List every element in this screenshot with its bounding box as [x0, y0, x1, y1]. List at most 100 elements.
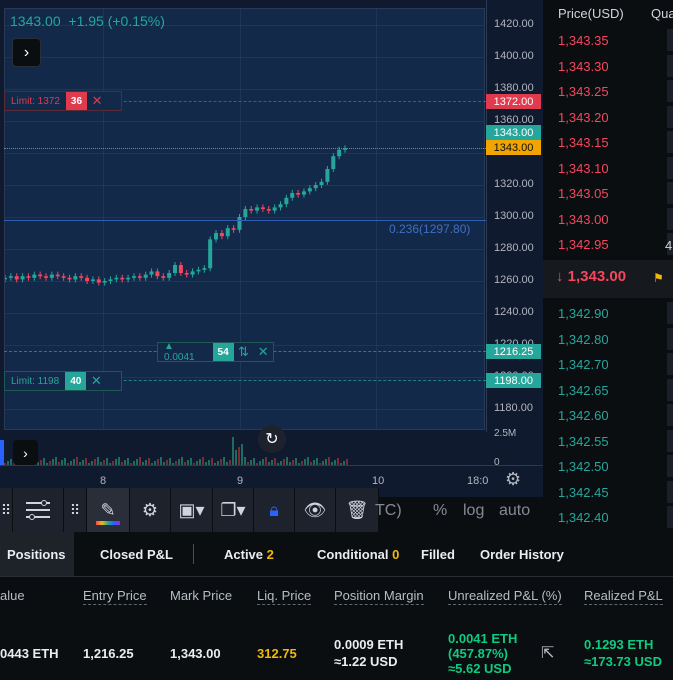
- price-tag: 1343.00: [486, 140, 541, 155]
- col-unrealized-pnl: Unrealized P&L (%): [448, 588, 562, 605]
- volume-bar: [127, 458, 129, 465]
- fib-line: [4, 220, 486, 221]
- log-scale-toggle[interactable]: log: [463, 502, 484, 520]
- tab-conditional[interactable]: Conditional 0: [317, 547, 399, 562]
- reverse-icon[interactable]: ⇅: [234, 344, 254, 360]
- tab-order-history[interactable]: Order History: [480, 547, 564, 562]
- sidebar-handle[interactable]: [0, 440, 4, 465]
- fib-level-label: 0.236(1297.80): [389, 222, 471, 236]
- scroll-right-button[interactable]: ›: [13, 440, 38, 465]
- limit-buy-label: Limit: 1198: [11, 375, 60, 387]
- copy-icon: ❐▾: [220, 499, 246, 520]
- bid-price[interactable]: 1,342.55: [558, 434, 609, 449]
- volume-bar: [169, 458, 171, 465]
- settings-button[interactable]: ⚙: [130, 488, 171, 532]
- bid-price[interactable]: 1,342.60: [558, 408, 609, 423]
- ask-price[interactable]: 1,343.00: [558, 212, 609, 227]
- close-icon[interactable]: ✕: [86, 373, 106, 389]
- lines-tool-button[interactable]: [13, 488, 64, 532]
- candle-body: [284, 197, 289, 205]
- auto-scale-toggle[interactable]: auto: [499, 502, 530, 520]
- col-mark-price: Mark Price: [170, 588, 233, 603]
- grid-line: [5, 313, 484, 314]
- drag-handle-icon[interactable]: ⠿: [64, 488, 87, 532]
- bid-price[interactable]: 1,342.90: [558, 306, 609, 321]
- gear-icon[interactable]: ⚙: [505, 469, 521, 490]
- candle-body: [137, 276, 142, 278]
- cell-margin: 0.0009 ETH: [334, 637, 404, 652]
- bid-price[interactable]: 1,342.45: [558, 485, 609, 500]
- candle-body: [49, 274, 54, 278]
- ask-price[interactable]: 1,343.05: [558, 186, 609, 201]
- tab-active[interactable]: Active 2: [224, 547, 274, 562]
- candle-body: [202, 268, 207, 270]
- grid-line: [103, 9, 104, 429]
- tab-closed-pnl[interactable]: Closed P&L: [100, 547, 173, 562]
- visibility-button[interactable]: 👁︎: [295, 488, 336, 532]
- price-tag: 1372.00: [486, 94, 541, 109]
- bid-depth-bar: [667, 404, 673, 426]
- ask-price[interactable]: 1,342.95: [558, 237, 609, 252]
- time-label: 18:0: [467, 475, 489, 487]
- tab-filled[interactable]: Filled: [421, 547, 455, 562]
- limit-sell-order[interactable]: Limit: 1372 36 ✕: [4, 91, 122, 111]
- candle-body: [208, 239, 213, 269]
- ask-depth-bar: [667, 156, 673, 179]
- ask-price[interactable]: 1,343.20: [558, 110, 609, 125]
- drag-handle-icon[interactable]: ⠿: [0, 488, 13, 532]
- volume-bar: [106, 458, 108, 465]
- bid-price[interactable]: 1,342.70: [558, 357, 609, 372]
- close-icon[interactable]: ✕: [253, 344, 273, 360]
- delete-button[interactable]: 🗑︎: [336, 488, 379, 532]
- grid-line: [5, 409, 484, 410]
- close-icon[interactable]: ✕: [87, 93, 107, 109]
- candle-body: [120, 277, 125, 280]
- expand-legend-button[interactable]: ›: [12, 38, 41, 67]
- ask-price[interactable]: 1,343.10: [558, 161, 609, 176]
- candle-body: [126, 277, 131, 280]
- candle-body: [26, 276, 31, 278]
- time-label: 8: [100, 475, 107, 487]
- candle-body: [260, 207, 265, 209]
- col-realized-pnl: Realized P&L: [584, 588, 663, 605]
- volume-bar: [232, 437, 234, 465]
- candle-body: [32, 274, 37, 278]
- candle-body: [301, 191, 306, 195]
- ask-price[interactable]: 1,343.15: [558, 135, 609, 150]
- limit-buy-order[interactable]: Limit: 1198 40 ✕: [4, 371, 122, 391]
- grid-line: [376, 9, 377, 429]
- bid-price[interactable]: 1,342.65: [558, 383, 609, 398]
- reset-chart-button[interactable]: ↻: [258, 425, 286, 453]
- layers-button[interactable]: ▣▾: [171, 488, 213, 532]
- share-icon[interactable]: ⇱: [541, 643, 554, 663]
- chart-panel[interactable]: 1343.00 +1.95 (+0.15%) › Limit: 1372 36 …: [0, 0, 543, 497]
- ask-price[interactable]: 1,343.35: [558, 33, 609, 48]
- tab-positions[interactable]: Positions: [0, 532, 74, 576]
- ask-price[interactable]: 1,343.25: [558, 84, 609, 99]
- bid-price[interactable]: 1,342.80: [558, 332, 609, 347]
- percent-scale-toggle[interactable]: %: [433, 502, 447, 520]
- limit-sell-qty: 36: [65, 92, 88, 110]
- lock-button[interactable]: 🔒︎: [254, 488, 295, 532]
- col-position-margin: Position Margin: [334, 588, 424, 605]
- candle-body: [325, 169, 330, 182]
- clone-button[interactable]: ❐▾: [213, 488, 254, 532]
- candle-body: [5, 277, 7, 280]
- bid-price[interactable]: 1,342.40: [558, 510, 609, 525]
- price-tag: 1198.00: [486, 373, 541, 388]
- chevron-right-icon: ›: [23, 43, 30, 61]
- volume-bar: [190, 458, 192, 465]
- position-order[interactable]: ▲ 0.0041 54 ⇅ ✕: [157, 341, 274, 363]
- bid-price[interactable]: 1,342.50: [558, 459, 609, 474]
- layers-icon: ▣▾: [178, 499, 205, 520]
- plot-area[interactable]: [4, 8, 485, 430]
- grid-line: [5, 249, 484, 250]
- candle-body: [55, 274, 60, 277]
- volume-bar: [202, 457, 204, 465]
- grid-line: [5, 281, 484, 282]
- ask-price[interactable]: 1,343.30: [558, 59, 609, 74]
- candle-body: [38, 274, 43, 277]
- grid-line: [5, 57, 484, 58]
- timezone-label[interactable]: TC): [375, 502, 402, 520]
- pencil-tool-button[interactable]: ✎: [87, 488, 130, 532]
